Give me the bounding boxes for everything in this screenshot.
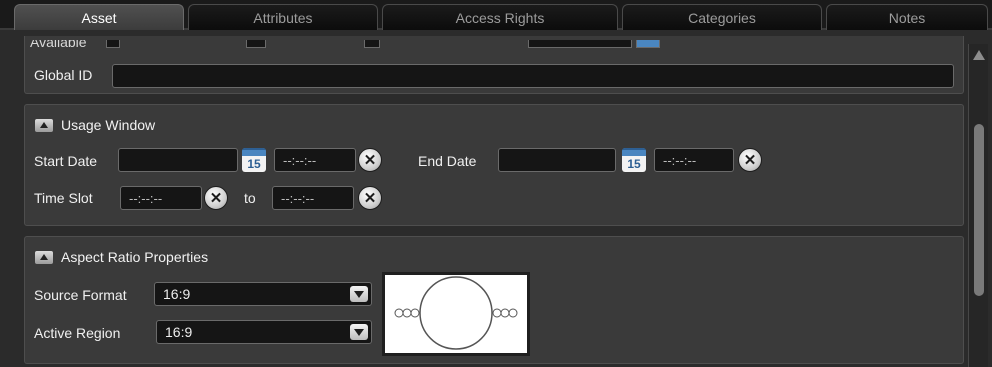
- to-label: to: [244, 190, 256, 206]
- calendar-icon[interactable]: [636, 40, 660, 48]
- aspect-ratio-preview: [382, 272, 530, 356]
- vertical-scrollbar[interactable]: [968, 44, 988, 367]
- partial-checkbox[interactable]: [364, 40, 380, 48]
- active-region-select[interactable]: 16:9: [156, 320, 372, 344]
- clear-x-icon[interactable]: ✕: [204, 186, 228, 210]
- usage-window-title: Usage Window: [61, 117, 156, 133]
- global-id-label: Global ID: [34, 67, 93, 83]
- tab-bar: Asset Attributes Access Rights Categorie…: [0, 0, 992, 30]
- start-date-field[interactable]: [118, 148, 238, 172]
- active-region-label: Active Region: [34, 325, 121, 341]
- aspect-ratio-title: Aspect Ratio Properties: [61, 249, 209, 265]
- source-format-label: Source Format: [34, 287, 127, 303]
- end-time-field[interactable]: --:--:--: [654, 148, 734, 172]
- partial-date-field[interactable]: [528, 40, 632, 48]
- chevron-down-icon[interactable]: [350, 324, 368, 340]
- chevron-down-icon[interactable]: [350, 286, 368, 302]
- collapse-arrow-icon[interactable]: [35, 250, 53, 264]
- clear-x-icon[interactable]: ✕: [358, 148, 382, 172]
- time-slot-from-field[interactable]: --:--:--: [120, 186, 202, 210]
- time-slot-to-field[interactable]: --:--:--: [272, 186, 354, 210]
- calendar-icon[interactable]: 15: [622, 148, 646, 172]
- start-time-field[interactable]: --:--:--: [274, 148, 356, 172]
- partial-label: Available: [30, 40, 87, 50]
- tab-notes[interactable]: Notes: [826, 4, 988, 30]
- global-id-field[interactable]: [112, 64, 954, 88]
- end-date-field[interactable]: [498, 148, 616, 172]
- tab-categories[interactable]: Categories: [622, 4, 822, 30]
- clear-x-icon[interactable]: ✕: [738, 148, 762, 172]
- scroll-up-icon[interactable]: [972, 48, 986, 62]
- partial-checkbox[interactable]: [246, 40, 266, 48]
- calendar-icon[interactable]: 15: [242, 148, 266, 172]
- start-date-label: Start Date: [34, 153, 98, 169]
- aspect-ratio-diagram: [394, 276, 518, 350]
- clear-x-icon[interactable]: ✕: [358, 186, 382, 210]
- tab-access-rights[interactable]: Access Rights: [382, 4, 618, 30]
- tab-asset[interactable]: Asset: [14, 4, 184, 30]
- source-format-value: 16:9: [163, 286, 191, 302]
- aspect-ratio-header: Aspect Ratio Properties: [35, 249, 208, 265]
- collapse-arrow-icon[interactable]: [35, 118, 53, 132]
- time-slot-label: Time Slot: [34, 190, 93, 206]
- tab-attributes[interactable]: Attributes: [188, 4, 378, 30]
- end-date-label: End Date: [418, 153, 477, 169]
- scroll-thumb[interactable]: [974, 124, 984, 296]
- source-format-select[interactable]: 16:9: [154, 282, 372, 306]
- usage-window-header: Usage Window: [35, 117, 155, 133]
- partial-checkbox[interactable]: [106, 40, 120, 48]
- partially-hidden-row: Available: [24, 40, 664, 52]
- active-region-value: 16:9: [165, 324, 193, 340]
